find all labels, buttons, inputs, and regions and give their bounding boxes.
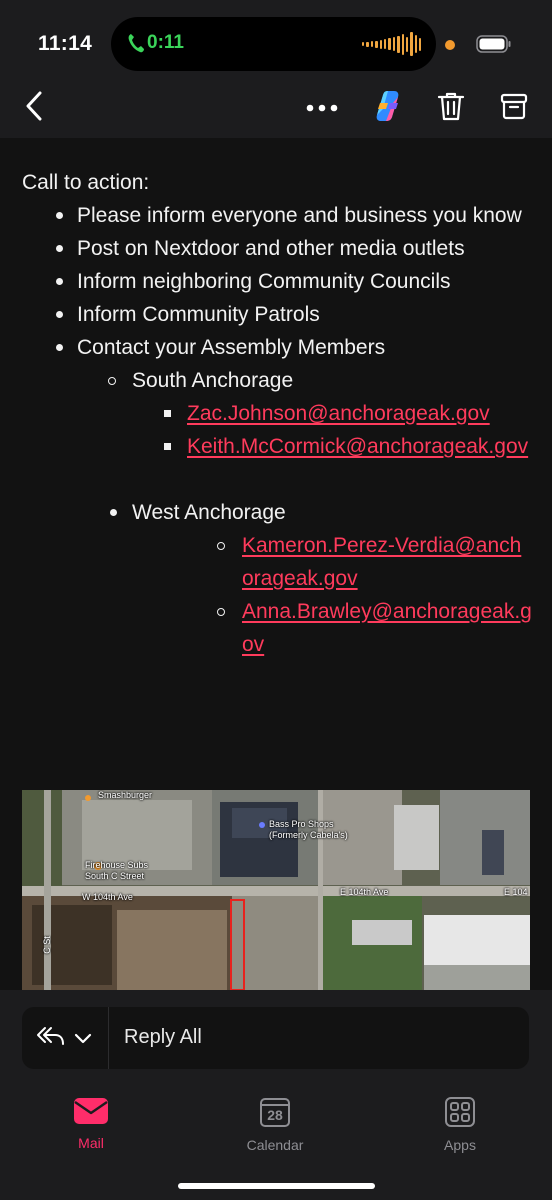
map-label: (Formerly Cabela's) [269,830,348,840]
email-link[interactable]: Zac.Johnson@anchorageak.gov [187,402,490,425]
list-item: Contact your Assembly Members [22,331,532,364]
map-label: Firehouse Subs [85,860,149,870]
email-content: Call to action: Please inform everyone a… [22,166,532,661]
list-item-west: West Anchorage [22,496,532,529]
mic-indicator-dot [445,40,455,50]
phone-icon [127,32,145,59]
tab-apps-label: Apps [444,1137,476,1153]
email-body[interactable]: Call to action: Please inform everyone a… [0,138,552,990]
email-link-item: Zac.Johnson@anchorageak.gov [22,397,532,430]
more-button[interactable] [302,86,342,130]
list-item-text: Please inform everyone and business you … [77,204,522,227]
back-button[interactable] [18,86,50,130]
divider [108,1007,109,1069]
tab-mail-label: Mail [78,1135,104,1151]
tab-bar: Mail 28 Calendar Apps [0,1086,552,1200]
west-anchorage-label: West Anchorage [132,501,286,524]
mail-icon [73,1098,109,1130]
list-item-south: South Anchorage [22,364,532,397]
battery-icon [476,35,512,58]
map-label: C St [41,936,52,954]
reply-bar: Reply All [0,990,552,1086]
map-label: Smashburger [98,790,153,800]
bullet-circle [217,542,225,550]
bullet-dot [56,212,63,219]
email-link[interactable]: Keith.McCormick@anchorageak.gov [187,435,528,458]
tab-calendar[interactable]: 28 Calendar [220,1096,330,1153]
bullet-circle [108,377,116,385]
email-link-item: Kameron.Perez-Verdia@anchorageak.gov [22,529,532,595]
calendar-day: 28 [267,1107,283,1123]
chevron-left-icon [25,91,43,126]
map-label: W 104th Ave [82,892,133,902]
reply-all-icon [36,1025,66,1054]
satellite-map-image[interactable]: Smashburger Bass Pro Shops (Formerly Cab… [22,790,530,990]
email-link[interactable]: Kameron.Perez-Verdia@anchorageak.gov [242,534,521,590]
list-item: Please inform everyone and business you … [22,199,532,232]
reply-all-field[interactable]: Reply All [22,1007,529,1069]
reply-options-button[interactable] [22,1007,108,1069]
trash-icon [437,91,465,126]
calendar-icon: 28 [259,1096,291,1128]
bullet-dot [110,509,117,516]
bullet-dot [56,245,63,252]
status-bar: 11:14 0:11 [0,0,552,86]
dynamic-island[interactable]: 0:11 [111,17,436,71]
list-item-text: Inform Community Patrols [77,303,320,326]
copilot-icon [371,89,405,128]
bullet-dot [56,344,63,351]
delete-button[interactable] [432,86,470,130]
status-time: 11:14 [38,32,93,55]
bullet-circle [217,608,225,616]
archive-icon [500,92,528,125]
tab-apps[interactable]: Apps [405,1096,515,1153]
apps-grid-icon [444,1097,476,1132]
map-label: E 104 [504,887,528,897]
tab-mail[interactable]: Mail [36,1096,146,1151]
bullet-dot [56,278,63,285]
ellipsis-icon [306,99,338,117]
map-label: E 104th Ave [340,887,389,897]
call-to-action-heading: Call to action: [22,171,150,194]
email-link-item: Keith.McCormick@anchorageak.gov [22,430,532,463]
list-item-text: Post on Nextdoor and other media outlets [77,237,465,260]
call-timer: 0:11 [147,32,184,53]
list-item-text: Contact your Assembly Members [77,336,386,359]
list-item: Post on Nextdoor and other media outlets [22,232,532,265]
tab-calendar-label: Calendar [246,1137,304,1153]
message-toolbar [0,86,552,138]
map-label: Bass Pro Shops [269,819,334,829]
home-indicator[interactable] [178,1183,375,1189]
south-anchorage-label: South Anchorage [132,369,294,392]
copilot-button[interactable] [366,86,410,130]
list-item: Inform neighboring Community Councils [22,265,532,298]
reply-all-label: Reply All [124,1026,202,1048]
map-label: South C Street [85,871,145,881]
bullet-square [164,410,171,417]
bullet-dot [56,311,63,318]
email-link[interactable]: Anna.Brawley@anchorageak.gov [242,600,532,656]
chevron-down-icon [74,1032,92,1050]
email-link-item: Anna.Brawley@anchorageak.gov [22,595,532,661]
bullet-square [164,443,171,450]
list-item-text: Inform neighboring Community Councils [77,270,451,293]
archive-button[interactable] [496,86,532,130]
list-item: Inform Community Patrols [22,298,532,331]
audio-waveform-icon [362,31,422,57]
